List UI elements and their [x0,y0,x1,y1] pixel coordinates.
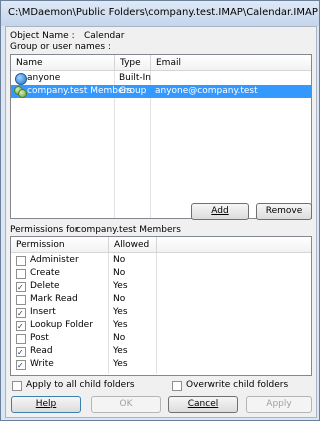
permission-row-insert[interactable]: Insert Yes [11,306,311,320]
apply-child-folders-label: Apply to all child folders [26,380,135,390]
permission-row-create[interactable]: Create No [11,267,311,280]
permission-name: Write [30,359,54,369]
user-name: company.test Members [27,86,132,96]
permission-allowed: Yes [113,320,128,330]
permission-allowed: Yes [113,359,128,369]
object-name-label: Object Name : [10,31,75,41]
permission-row-lookup-folder[interactable]: Lookup Folder Yes [11,319,311,333]
permissions-for-label: Permissions for [10,225,79,235]
permissions-for-value: company.test Members [76,225,181,235]
ok-button[interactable]: OK [91,396,161,413]
user-type: Built-In [119,73,152,83]
user-icon [15,73,27,85]
permission-checkbox[interactable] [16,359,26,372]
overwrite-child-folders-checkbox[interactable] [172,381,182,391]
permission-checkbox[interactable] [16,281,26,294]
permission-name: Post [30,333,49,343]
object-name-value: Calendar [84,31,125,41]
group-icon [14,86,27,98]
column-name[interactable]: Name [11,55,115,71]
permission-checkbox[interactable] [16,256,26,266]
permission-allowed: Yes [113,346,128,356]
permission-name: Insert [30,307,56,317]
column-type[interactable]: Type [115,55,151,71]
user-row-company-test-members[interactable]: company.test Members Group anyone@compan… [11,85,311,98]
permission-checkbox[interactable] [16,269,26,279]
title-bar[interactable]: C:\MDaemon\Public Folders\company.test.I… [1,1,319,26]
dialog-window: C:\MDaemon\Public Folders\company.test.I… [0,0,320,421]
add-button[interactable]: Add [191,203,249,220]
permission-name: Mark Read [30,294,78,304]
permission-name: Delete [30,281,60,291]
permission-allowed: No [113,294,126,304]
cancel-button[interactable]: Cancel [168,396,238,413]
permission-row-delete[interactable]: Delete Yes [11,280,311,294]
column-permission[interactable]: Permission [11,237,109,253]
column-allowed[interactable]: Allowed [109,237,157,253]
permission-name: Lookup Folder [30,320,93,330]
permission-allowed: Yes [113,307,128,317]
permission-row-write[interactable]: Write Yes [11,358,311,372]
group-or-user-label: Group or user names : [10,42,111,52]
users-list[interactable]: Name Type Email anyone Built-In company.… [10,54,312,219]
overwrite-child-folders-label: Overwrite child folders [186,380,289,390]
permission-checkbox[interactable] [16,320,26,333]
user-type: Group [119,86,147,96]
permission-checkbox[interactable] [16,334,26,344]
permission-name: Read [30,346,53,356]
remove-button[interactable]: Remove [256,203,312,220]
user-name: anyone [27,73,61,83]
help-button[interactable]: Help [11,396,81,413]
permissions-list[interactable]: Permission Allowed Administer No Create … [10,236,312,376]
permission-checkbox[interactable] [16,346,26,359]
apply-button[interactable]: Apply [246,396,312,413]
permission-allowed: No [113,333,126,343]
permission-row-mark-read[interactable]: Mark Read No [11,293,311,306]
permission-allowed: No [113,268,126,278]
user-row-anyone[interactable]: anyone Built-In [11,72,311,85]
permission-name: Administer [30,255,79,265]
permission-row-post[interactable]: Post No [11,332,311,345]
apply-child-folders-checkbox[interactable] [12,381,22,391]
permission-row-read[interactable]: Read Yes [11,345,311,359]
permission-checkbox[interactable] [16,307,26,320]
user-email: anyone@company.test [155,86,258,96]
window-title: C:\MDaemon\Public Folders\company.test.I… [8,7,318,18]
permission-allowed: Yes [113,281,128,291]
dialog-body: Object Name : Calendar Group or user nam… [5,26,317,418]
permission-checkbox[interactable] [16,295,26,305]
permission-row-administer[interactable]: Administer No [11,254,311,267]
permission-allowed: No [113,255,126,265]
permission-name: Create [30,268,60,278]
column-email[interactable]: Email [151,55,311,71]
